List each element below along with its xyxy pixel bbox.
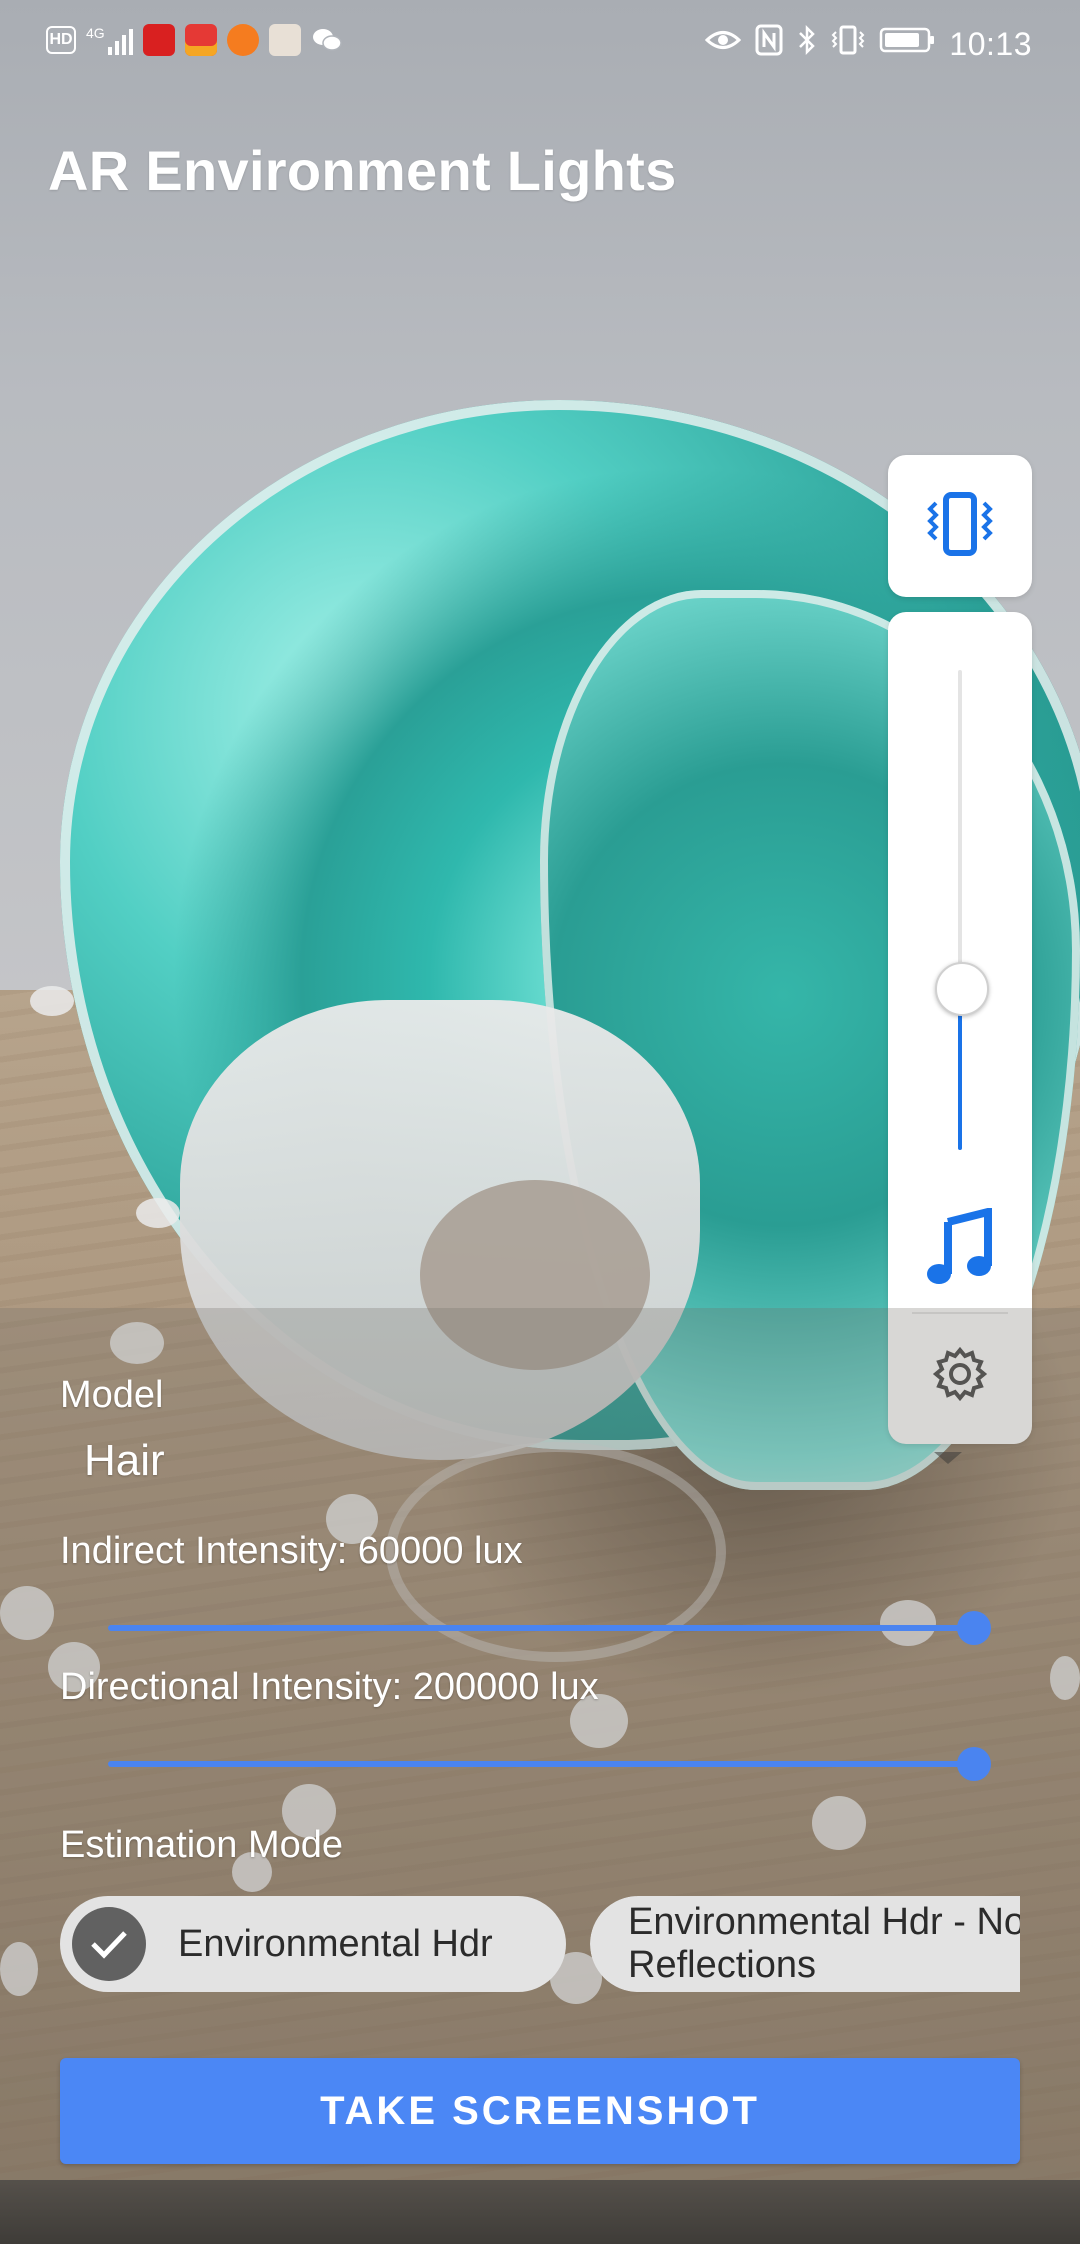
model-label: Model — [60, 1374, 164, 1416]
plane-dot — [30, 986, 74, 1016]
indirect-intensity-thumb[interactable] — [957, 1611, 991, 1645]
mode-chip-environmental-hdr[interactable]: Environmental Hdr — [60, 1896, 566, 1992]
network-type-label: 4G — [86, 25, 105, 41]
take-screenshot-button[interactable]: TAKE SCREENSHOT — [60, 2058, 1020, 2164]
mode-chip-environmental-hdr-no-reflections[interactable]: Environmental Hdr - No Reflections — [590, 1896, 1020, 1992]
box-app-icon — [268, 24, 301, 56]
video-app-icon — [142, 24, 175, 56]
mode-chip-clip: Environmental Hdr - No Reflections — [590, 1896, 1020, 1992]
indirect-intensity-label: Indirect Intensity: 60000 lux — [60, 1530, 523, 1572]
status-bar: HD 4G 10:13 — [0, 0, 1080, 86]
directional-intensity-thumb[interactable] — [957, 1747, 991, 1781]
directional-intensity-label: Directional Intensity: 200000 lux — [60, 1666, 599, 1708]
signal-icon: 4G — [86, 25, 133, 55]
check-icon — [72, 1907, 146, 1981]
music-note-icon[interactable] — [926, 1206, 994, 1288]
clock: 10:13 — [949, 25, 1032, 62]
mode-chip-label: Environmental Hdr - No Reflections — [628, 1901, 1020, 1986]
page-title: AR Environment Lights — [48, 139, 677, 202]
model-selector[interactable]: Hair — [84, 1436, 165, 1486]
play-app-icon — [226, 24, 259, 56]
indirect-intensity-track[interactable] — [108, 1625, 974, 1631]
directional-intensity-track[interactable] — [108, 1761, 974, 1767]
nfc-icon — [755, 24, 783, 64]
eye-icon — [705, 25, 742, 63]
plane-dot — [136, 1198, 180, 1228]
ringer-mode-button[interactable] — [888, 455, 1032, 597]
bluetooth-icon — [797, 24, 817, 64]
slides-app-icon — [184, 24, 217, 56]
volume-slider-thumb[interactable] — [935, 961, 989, 1016]
battery-icon — [879, 26, 935, 62]
mode-chip-label: Environmental Hdr — [178, 1922, 493, 1965]
vibrate-icon — [922, 489, 998, 564]
vibrate-icon — [831, 24, 865, 64]
wechat-icon — [311, 24, 343, 56]
hd-icon: HD — [46, 26, 76, 54]
estimation-mode-label: Estimation Mode — [60, 1824, 344, 1866]
